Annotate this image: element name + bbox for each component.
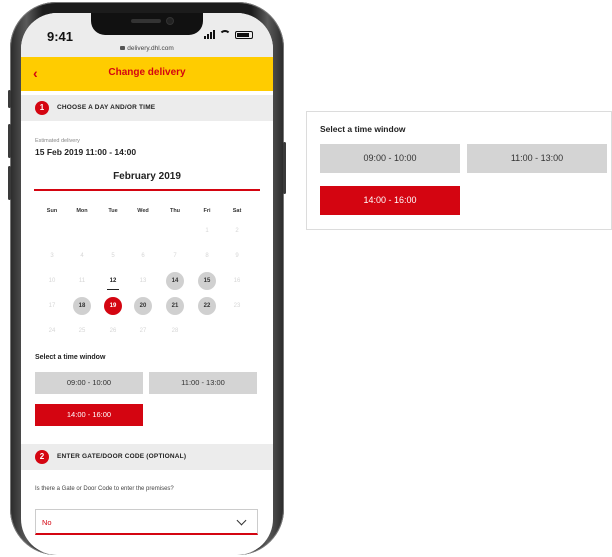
calendar-day-2: 2 xyxy=(235,228,239,234)
calendar-divider xyxy=(34,189,260,191)
step-title: CHOOSE A DAY AND/OR TIME xyxy=(57,104,156,111)
power-button xyxy=(283,142,286,194)
phone-frame: 9:41 delivery.dhl.com ‹ Change delivery … xyxy=(8,2,286,555)
url-text: delivery.dhl.com xyxy=(127,45,174,52)
weekday-header: Sat xyxy=(232,208,242,214)
battery-icon xyxy=(235,31,253,39)
phone-screen: 9:41 delivery.dhl.com ‹ Change delivery … xyxy=(21,13,273,555)
time-slot-09-10[interactable]: 09:00 - 10:00 xyxy=(35,372,143,394)
status-time: 9:41 xyxy=(47,29,74,44)
time-window-zoom-panel: Select a time window 09:00 - 10:00 11:00… xyxy=(306,111,612,230)
weekday-header: Wed xyxy=(137,208,149,214)
volume-down-button xyxy=(8,166,11,200)
calendar-day-7: 7 xyxy=(173,253,177,259)
speaker xyxy=(131,19,161,23)
zoom-time-window-label: Select a time window xyxy=(320,124,406,134)
calendar-day-21[interactable]: 21 xyxy=(166,297,184,315)
weekday-header: Tue xyxy=(108,208,118,214)
chevron-down-icon xyxy=(236,515,247,526)
calendar-day-20[interactable]: 20 xyxy=(134,297,152,315)
calendar-day-17: 17 xyxy=(48,303,56,309)
calendar-day-8: 8 xyxy=(205,253,209,259)
zoom-time-slot-11-13[interactable]: 11:00 - 13:00 xyxy=(467,144,607,173)
calendar-day-11: 11 xyxy=(78,278,86,284)
calendar-day-12: 12 xyxy=(104,272,122,290)
calendar-day-19[interactable]: 19 xyxy=(104,297,122,315)
calendar-day-25: 25 xyxy=(78,328,86,334)
weekday-header: Sun xyxy=(46,208,58,214)
step-title: ENTER GATE/DOOR CODE (OPTIONAL) xyxy=(57,453,187,460)
calendar-day-1: 1 xyxy=(205,228,209,234)
step-2-header: 2 ENTER GATE/DOOR CODE (OPTIONAL) xyxy=(21,444,273,470)
wifi-icon xyxy=(219,30,231,39)
estimated-delivery-label: Estimated delivery xyxy=(35,138,80,144)
camera xyxy=(167,18,173,24)
calendar-day-28: 28 xyxy=(171,328,179,334)
gate-code-select[interactable]: No xyxy=(35,509,258,535)
step-number-badge: 1 xyxy=(35,101,49,115)
lock-icon xyxy=(120,46,126,50)
header-bar: ‹ Change delivery xyxy=(21,57,273,91)
zoom-time-slot-09-10[interactable]: 09:00 - 10:00 xyxy=(320,144,460,173)
calendar-day-16: 16 xyxy=(233,278,241,284)
calendar-day-5: 5 xyxy=(111,253,115,259)
calendar-day-26: 26 xyxy=(109,328,117,334)
calendar-day-6: 6 xyxy=(141,253,145,259)
calendar-day-10: 10 xyxy=(48,278,56,284)
page-title: Change delivery xyxy=(108,67,186,78)
zoom-time-slot-14-16[interactable]: 14:00 - 16:00 xyxy=(320,186,460,215)
time-slot-11-13[interactable]: 11:00 - 13:00 xyxy=(149,372,257,394)
calendar-day-18[interactable]: 18 xyxy=(73,297,91,315)
calendar-day-15[interactable]: 15 xyxy=(198,272,216,290)
time-slot-14-16[interactable]: 14:00 - 16:00 xyxy=(35,404,143,426)
calendar-day-13: 13 xyxy=(139,278,147,284)
notch xyxy=(91,13,203,35)
calendar-day-14[interactable]: 14 xyxy=(166,272,184,290)
gate-code-question: Is there a Gate or Door Code to enter th… xyxy=(35,486,174,492)
time-window-label: Select a time window xyxy=(35,354,106,361)
step-1-header: 1 CHOOSE A DAY AND/OR TIME xyxy=(21,95,273,121)
step-number-badge: 2 xyxy=(35,450,49,464)
signal-icon xyxy=(204,30,215,39)
calendar-day-27: 27 xyxy=(139,328,147,334)
status-icons xyxy=(204,30,253,39)
calendar-month: February 2019 xyxy=(113,171,181,182)
weekday-header: Mon xyxy=(76,208,88,214)
mute-switch xyxy=(8,90,11,108)
weekday-header: Thu xyxy=(169,208,181,214)
calendar-day-24: 24 xyxy=(48,328,56,334)
calendar-day-4: 4 xyxy=(80,253,84,259)
calendar-day-3: 3 xyxy=(50,253,54,259)
weekday-header: Fri xyxy=(203,208,211,214)
calendar-day-22[interactable]: 22 xyxy=(198,297,216,315)
gate-code-value: No xyxy=(42,518,52,527)
address-bar[interactable]: delivery.dhl.com xyxy=(21,45,273,52)
estimated-delivery-value: 15 Feb 2019 11:00 - 14:00 xyxy=(35,147,137,157)
volume-up-button xyxy=(8,124,11,158)
calendar-day-23: 23 xyxy=(233,303,241,309)
calendar-day-9: 9 xyxy=(235,253,239,259)
